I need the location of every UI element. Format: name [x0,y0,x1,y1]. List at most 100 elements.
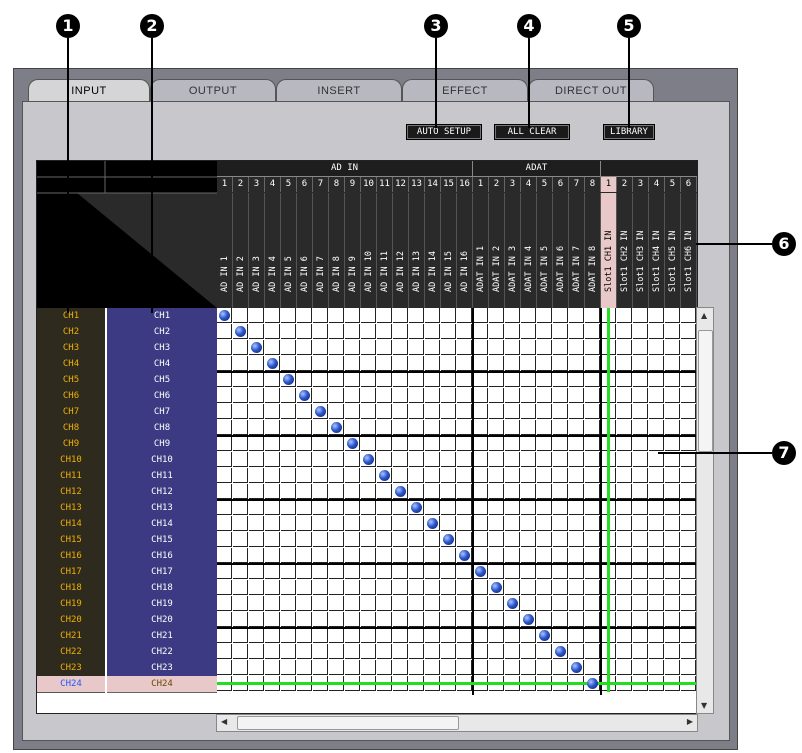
patch-cell[interactable] [537,308,552,323]
row-input-name[interactable]: CH24 [107,676,217,693]
patch-cell[interactable] [281,596,296,611]
patch-cell[interactable] [489,308,504,323]
patch-cell[interactable] [569,340,584,355]
patch-cell[interactable] [217,612,232,627]
row-input-name[interactable]: CH11 [107,468,217,485]
patch-cell[interactable] [553,404,568,419]
patch-cell[interactable] [249,452,264,467]
patch-cell[interactable] [281,308,296,323]
patch-cell[interactable] [441,580,456,595]
patch-cell[interactable] [473,516,488,531]
patch-cell[interactable] [681,324,696,339]
patch-cell[interactable] [537,660,552,675]
patch-cell[interactable] [329,580,344,595]
patch-cell[interactable] [585,308,600,323]
patch-dot[interactable] [571,662,582,673]
patch-cell[interactable] [393,324,408,339]
patch-cell[interactable] [457,484,472,499]
patch-cell[interactable] [617,580,632,595]
patch-cell[interactable] [313,596,328,611]
patch-cell[interactable] [297,500,312,515]
patch-cell[interactable] [681,516,696,531]
patch-cell[interactable] [617,372,632,387]
patch-cell[interactable] [665,612,680,627]
patch-cell[interactable] [377,452,392,467]
patch-cell[interactable] [409,388,424,403]
patch-cell[interactable] [217,356,232,371]
patch-cell[interactable] [425,532,440,547]
patch-cell[interactable] [393,516,408,531]
patch-cell[interactable] [569,484,584,499]
horizontal-scrollbar[interactable]: ◀ ▶ [216,714,698,732]
patch-cell[interactable] [329,436,344,451]
patch-cell[interactable] [649,308,664,323]
patch-cell[interactable] [329,612,344,627]
patch-cell[interactable] [553,308,568,323]
patch-cell[interactable] [457,628,472,643]
patch-cell[interactable] [249,612,264,627]
patch-cell[interactable] [265,500,280,515]
patch-cell[interactable] [425,484,440,499]
patch-cell[interactable] [345,388,360,403]
patch-cell[interactable] [505,644,520,659]
patch-dot[interactable] [283,374,294,385]
patch-cell[interactable] [441,564,456,579]
patch-cell[interactable] [249,484,264,499]
patch-cell[interactable] [441,388,456,403]
patch-cell[interactable] [329,468,344,483]
patch-cell[interactable] [281,484,296,499]
patch-cell[interactable] [633,532,648,547]
patch-dot[interactable] [427,518,438,529]
patch-cell[interactable] [649,404,664,419]
horizontal-scroll-thumb[interactable] [237,716,459,730]
patch-cell[interactable] [217,388,232,403]
patch-cell[interactable] [505,452,520,467]
patch-cell[interactable] [393,500,408,515]
patch-cell[interactable] [393,612,408,627]
patch-cell[interactable] [505,372,520,387]
patch-cell[interactable] [297,532,312,547]
patch-cell[interactable] [425,324,440,339]
patch-cell[interactable] [441,452,456,467]
patch-cell[interactable] [233,532,248,547]
patch-cell[interactable] [377,500,392,515]
patch-cell[interactable] [441,596,456,611]
patch-cell[interactable] [537,516,552,531]
patch-cell[interactable] [425,308,440,323]
patch-cell[interactable] [409,420,424,435]
row-input-name[interactable]: CH18 [107,580,217,597]
patch-dot[interactable] [235,326,246,337]
patch-cell[interactable] [393,388,408,403]
patch-cell[interactable] [249,564,264,579]
patch-cell[interactable] [521,324,536,339]
patch-cell[interactable] [665,580,680,595]
patch-cell[interactable] [521,356,536,371]
patch-cell[interactable] [505,628,520,643]
patch-cell[interactable] [681,564,696,579]
patch-cell[interactable] [457,324,472,339]
patch-cell[interactable] [361,548,376,563]
patch-dot[interactable] [443,534,454,545]
patch-cell[interactable] [409,612,424,627]
patch-cell[interactable] [329,340,344,355]
tab-direct-out[interactable]: DIRECT OUT [528,79,654,102]
patch-cell[interactable] [585,452,600,467]
patch-cell[interactable] [633,340,648,355]
patch-cell[interactable] [249,372,264,387]
patch-cell[interactable] [505,468,520,483]
patch-cell[interactable] [553,420,568,435]
patch-cell[interactable] [617,644,632,659]
patch-cell[interactable] [665,340,680,355]
row-input-name[interactable]: CH8 [107,420,217,437]
patch-cell[interactable] [489,324,504,339]
patch-cell[interactable] [265,420,280,435]
patch-cell[interactable] [569,404,584,419]
patch-cell[interactable] [457,404,472,419]
patch-cell[interactable] [297,308,312,323]
patch-cell[interactable] [569,388,584,403]
patch-cell[interactable] [393,564,408,579]
patch-cell[interactable] [569,612,584,627]
patch-dot[interactable] [491,582,502,593]
patch-cell[interactable] [425,628,440,643]
patch-cell[interactable] [617,388,632,403]
